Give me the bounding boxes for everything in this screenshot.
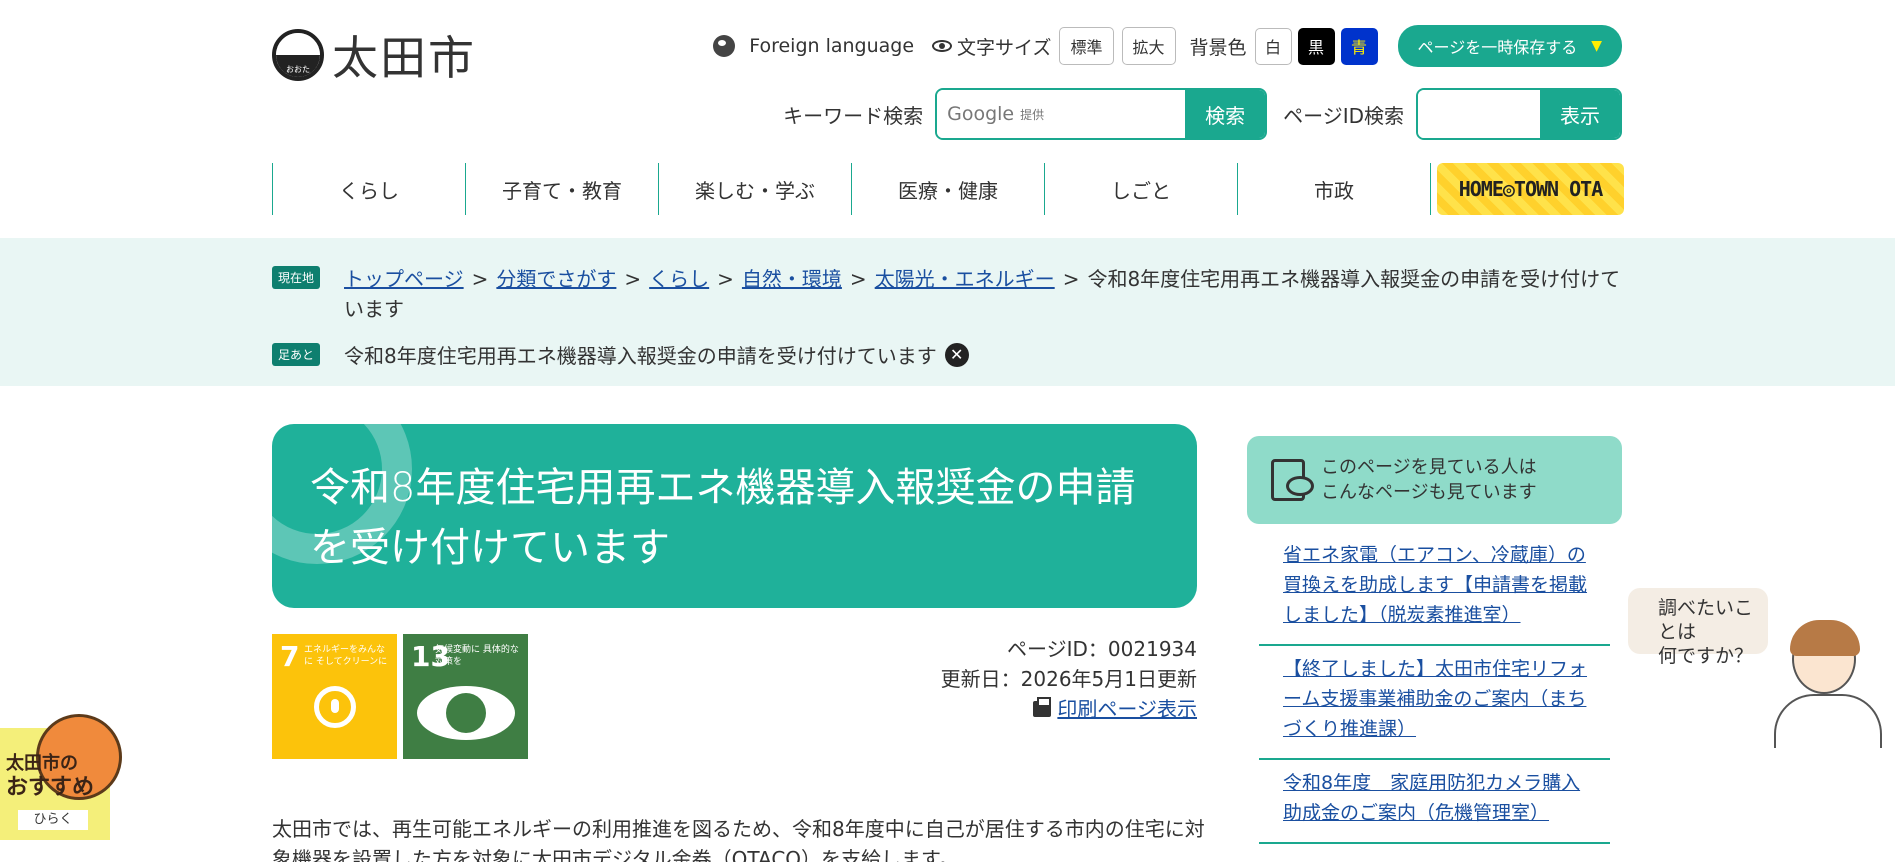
page-id-search-label: ページID検索 [1283,103,1404,128]
related-heading-line2: こんなページも見ています [1321,482,1537,503]
text-size-large-button[interactable]: 拡大 [1121,27,1176,65]
related-pages-list: 省エネ家電（エアコン、冷蔵庫）の買換えを助成します【申請書を掲載しました】（脱炭… [1247,532,1622,844]
footprint-item[interactable]: 令和8年度住宅用再エネ機器導入報奨金の申請を受け付けています [344,340,937,369]
printer-icon [1033,697,1052,717]
related-link-reform[interactable]: 【終了しました】太田市住宅リフォーム支援事業補助金のご案内（まちづくり推進課） [1283,658,1587,740]
nav-item-kurashi[interactable]: くらし [272,163,465,215]
nav-item-kosodate[interactable]: 子育て・教育 [465,163,658,215]
bg-white-button[interactable]: 白 [1254,27,1292,65]
bg-color-label: 背景色 [1189,36,1247,59]
sdg-13-icon: 13 気候変動に 具体的な対策を [403,634,528,759]
search-bar: キーワード検索 Google 提供 検索 ページID検索 表示 [783,88,1622,140]
breadcrumb: 現在地 トップページ > 分類でさがす > くらし > 自然・環境 > 太陽光・エネルギー > 令和… [272,264,1622,324]
recommend-widget[interactable]: 太田市の おすすめ ひらく [0,714,122,840]
help-bubble[interactable]: 調べたいことは 何ですか？ [1628,588,1768,667]
current-location-tag: 現在地 [272,266,321,289]
google-provided-label: 提供 [1020,107,1045,122]
google-label: Google [947,103,1015,125]
recommend-line1: 太田市の [6,753,78,774]
related-heading-line1: このページを見ている人は [1321,457,1537,478]
sdg-7-caption: エネルギーをみんなに そしてクリーンに [304,645,388,667]
save-page-label: ページを一時保存する [1417,38,1578,57]
site-header: おおた 太田市 Foreign language 文字サイズ 標準 拡大 背景色… [272,0,1624,235]
recommend-line2: おすすめ [6,775,95,800]
recommend-open-button[interactable]: ひらく [18,810,88,830]
logo-kana: おおた [286,65,310,74]
breadcrumb-link-kurashi[interactable]: くらし [649,267,709,291]
related-link-appliance[interactable]: 省エネ家電（エアコン、冷蔵庫）の買換えを助成します【申請書を掲載しました】（脱炭… [1283,544,1587,626]
document-view-icon [1271,459,1314,501]
close-icon[interactable]: ✕ [944,342,969,367]
triangle-down-icon: ▼ [1591,38,1602,54]
page-id-search-box: 表示 [1416,88,1622,140]
help-line1: 調べたいことは [1658,597,1754,643]
breadcrumb-link-top[interactable]: トップページ [344,267,464,291]
bg-black-button[interactable]: 黒 [1297,27,1335,65]
help-assistant[interactable]: 調べたいことは 何ですか？ [1628,588,1895,748]
global-nav: くらし 子育て・教育 楽しむ・学ぶ 医療・健康 しごと 市政 HOME◎TOWN… [272,163,1624,215]
breadcrumb-area: 現在地 トップページ > 分類でさがす > くらし > 自然・環境 > 太陽光・エネルギー > 令和… [0,238,1895,386]
page-id-input[interactable] [1418,90,1540,138]
city-emblem-icon: おおた [272,29,324,81]
page-title-box: 令和8年度住宅用再エネ機器導入報奨金の申請を受け付けています [272,424,1197,608]
assistant-avatar[interactable] [1768,620,1888,748]
footprint-tag: 足あと [272,343,321,366]
sdg-7-number: 7 [280,640,300,673]
list-item: 【終了しました】太田市住宅リフォーム支援事業補助金のご案内（まちづくり推進課） [1259,646,1610,760]
keyword-search-button[interactable]: 検索 [1185,90,1266,138]
text-size-normal-button[interactable]: 標準 [1059,27,1114,65]
related-link-camera[interactable]: 令和8年度 家庭用防犯カメラ購入助成金のご案内（危機管理室） [1283,772,1580,824]
foreign-language-link[interactable]: Foreign language [749,35,914,57]
help-line2: 何ですか？ [1658,645,1754,667]
keyword-search-label: キーワード検索 [783,103,924,128]
breadcrumb-link-environment[interactable]: 自然・環境 [742,267,842,291]
utility-bar: Foreign language 文字サイズ 標準 拡大 背景色 白 黒 青 ペ… [713,25,1622,67]
related-pages-panel: このページを見ている人は こんなページも見ています 省エネ家電（エアコン、冷蔵庫… [1247,436,1622,844]
bg-blue-button[interactable]: 青 [1340,27,1378,65]
page-id-display-button[interactable]: 表示 [1540,90,1620,138]
breadcrumb-link-category[interactable]: 分類でさがす [496,267,616,291]
updated-date: 更新日：2026年5月1日更新 [940,667,1197,691]
list-item: 令和8年度 家庭用防犯カメラ購入助成金のご案内（危機管理室） [1259,760,1610,844]
list-item: 省エネ家電（エアコン、冷蔵庫）の買換えを助成します【申請書を掲載しました】（脱炭… [1259,532,1610,646]
globe-icon [713,35,736,57]
earth-eye-icon [417,686,515,740]
page-meta: ページID：0021934 更新日：2026年5月1日更新 印刷ページ表示 [941,634,1197,724]
sdg-13-caption: 気候変動に 具体的な対策を [435,645,519,667]
page-id: ページID：0021934 [1007,637,1197,661]
nav-item-shisei[interactable]: 市政 [1237,163,1430,215]
sdg-7-icon: 7 エネルギーをみんなに そしてクリーンに [272,634,397,759]
logo-text: 太田市 [332,31,476,85]
breadcrumb-link-solar[interactable]: 太陽光・エネルギー [875,267,1055,291]
hometown-ota-banner[interactable]: HOME◎TOWN OTA [1437,163,1624,215]
site-logo[interactable]: おおた 太田市 [272,22,476,88]
body-paragraph: 太田市では、再生可能エネルギーの利用推進を図るため、令和8年度中に自己が居住する… [272,817,1205,862]
keyword-search-input[interactable]: Google 提供 [937,90,1186,138]
nav-item-tanoshimu[interactable]: 楽しむ・学ぶ [658,163,851,215]
nav-item-iryo[interactable]: 医療・健康 [851,163,1044,215]
nav-item-shigoto[interactable]: しごと [1044,163,1237,215]
sun-power-icon [314,686,356,728]
print-page-link[interactable]: 印刷ページ表示 [1057,694,1197,724]
footprint: 足あと 令和8年度住宅用再エネ機器導入報奨金の申請を受け付けています ✕ [272,340,1622,369]
eye-icon [932,40,953,52]
page-title: 令和8年度住宅用再エネ機器導入報奨金の申請を受け付けています [310,465,1136,571]
save-page-button[interactable]: ページを一時保存する ▼ [1397,25,1622,67]
keyword-search-box: Google 提供 検索 [935,88,1268,140]
text-size-label: 文字サイズ [957,36,1052,59]
related-pages-heading: このページを見ている人は こんなページも見ています [1247,436,1622,524]
